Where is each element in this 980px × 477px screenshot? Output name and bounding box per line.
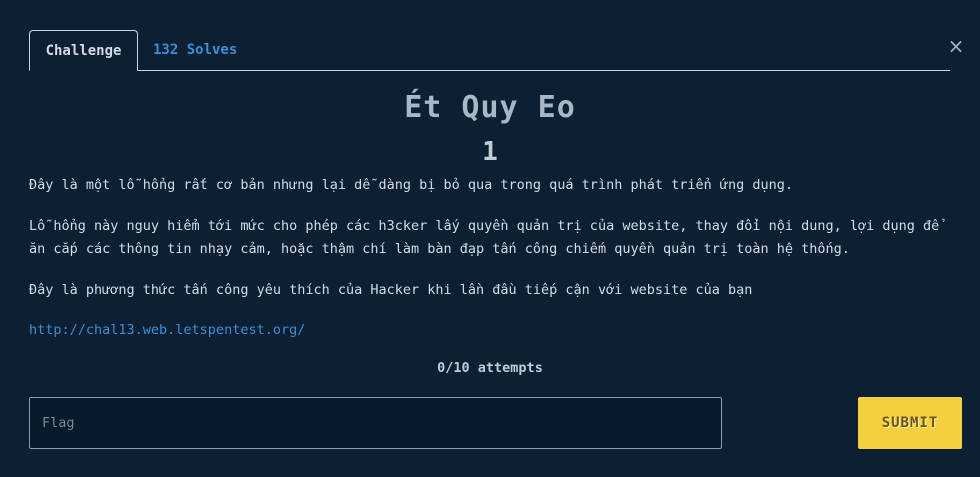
- challenge-link[interactable]: http://chal13.web.letspentest.org/: [29, 319, 305, 342]
- challenge-title: Ét Quy Eo: [404, 90, 576, 125]
- tab-solves[interactable]: 132 Solves: [153, 30, 237, 70]
- challenge-points: 1: [482, 137, 498, 167]
- tab-bar: Challenge 132 Solves: [29, 30, 950, 71]
- submit-button[interactable]: SUBMIT: [858, 397, 962, 449]
- description-paragraph: Đây là một lỗ hổng rất cơ bản nhưng lại …: [29, 177, 794, 193]
- close-icon[interactable]: ×: [946, 36, 966, 56]
- tab-challenge[interactable]: Challenge: [29, 30, 138, 71]
- attempts-counter: 0/10 attempts: [437, 360, 543, 376]
- description-paragraph: Lỗ hổng này nguy hiểm tới mức cho phép c…: [29, 218, 940, 257]
- flag-input[interactable]: [29, 397, 722, 449]
- description-paragraph: Đây là phương thức tấn công yêu thích củ…: [29, 282, 753, 298]
- challenge-modal: Challenge 132 Solves × Ét Quy Eo 1 Đây l…: [0, 0, 980, 477]
